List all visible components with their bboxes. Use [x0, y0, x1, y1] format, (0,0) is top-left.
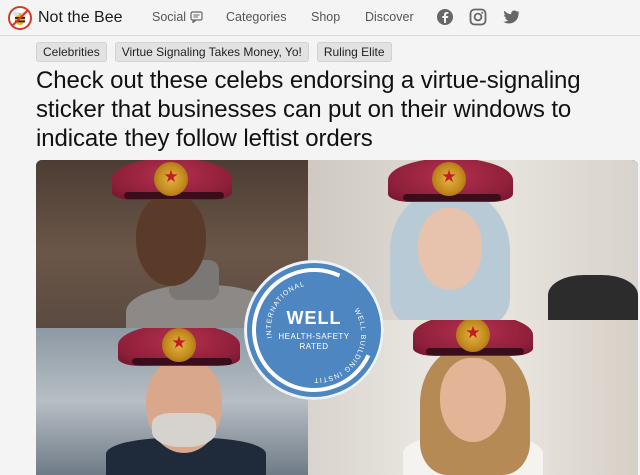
nav-categories-label: Categories [226, 10, 287, 24]
chat-bubble-icon [190, 11, 203, 23]
nav-categories[interactable]: Categories [226, 10, 286, 24]
nav-social[interactable]: Social [152, 10, 203, 24]
seal-arc-text: INTERNATIONAL WELL BUILDING INSTITUTE [244, 260, 365, 383]
article-headline: Check out these celebs endorsing a virtu… [36, 67, 581, 152]
tag-celebrities[interactable]: Celebrities [36, 42, 107, 62]
nav-social-label: Social [152, 10, 187, 24]
site-logo[interactable]: Not the Bee [8, 6, 123, 30]
hero-image: INTERNATIONAL WELL BUILDING INSTITUTE WE… [36, 160, 638, 475]
facebook-icon[interactable] [436, 8, 454, 26]
nav-discover[interactable]: Discover [365, 10, 414, 24]
tag-virtue-signaling[interactable]: Virtue Signaling Takes Money, Yo! [114, 42, 309, 62]
nav-discover-label: Discover [365, 10, 414, 24]
seal-title: WELL [286, 308, 342, 328]
site-name: Not the Bee [38, 9, 123, 26]
seal-subtitle: HEALTH-SAFETY RATED [278, 332, 350, 351]
nav-shop[interactable]: Shop [311, 10, 340, 24]
tag-ruling-elite[interactable]: Ruling Elite [316, 42, 392, 62]
nav-shop-label: Shop [311, 10, 341, 24]
well-seal: INTERNATIONAL WELL BUILDING INSTITUTE WE… [234, 250, 394, 410]
instagram-icon[interactable] [469, 8, 487, 26]
bee-logo-icon [8, 6, 32, 30]
site-header: Not the Bee Social Categories Shop Disco… [0, 0, 640, 36]
tag-list: Celebrities Virtue Signaling Takes Money… [36, 42, 392, 62]
twitter-icon[interactable] [502, 8, 520, 26]
